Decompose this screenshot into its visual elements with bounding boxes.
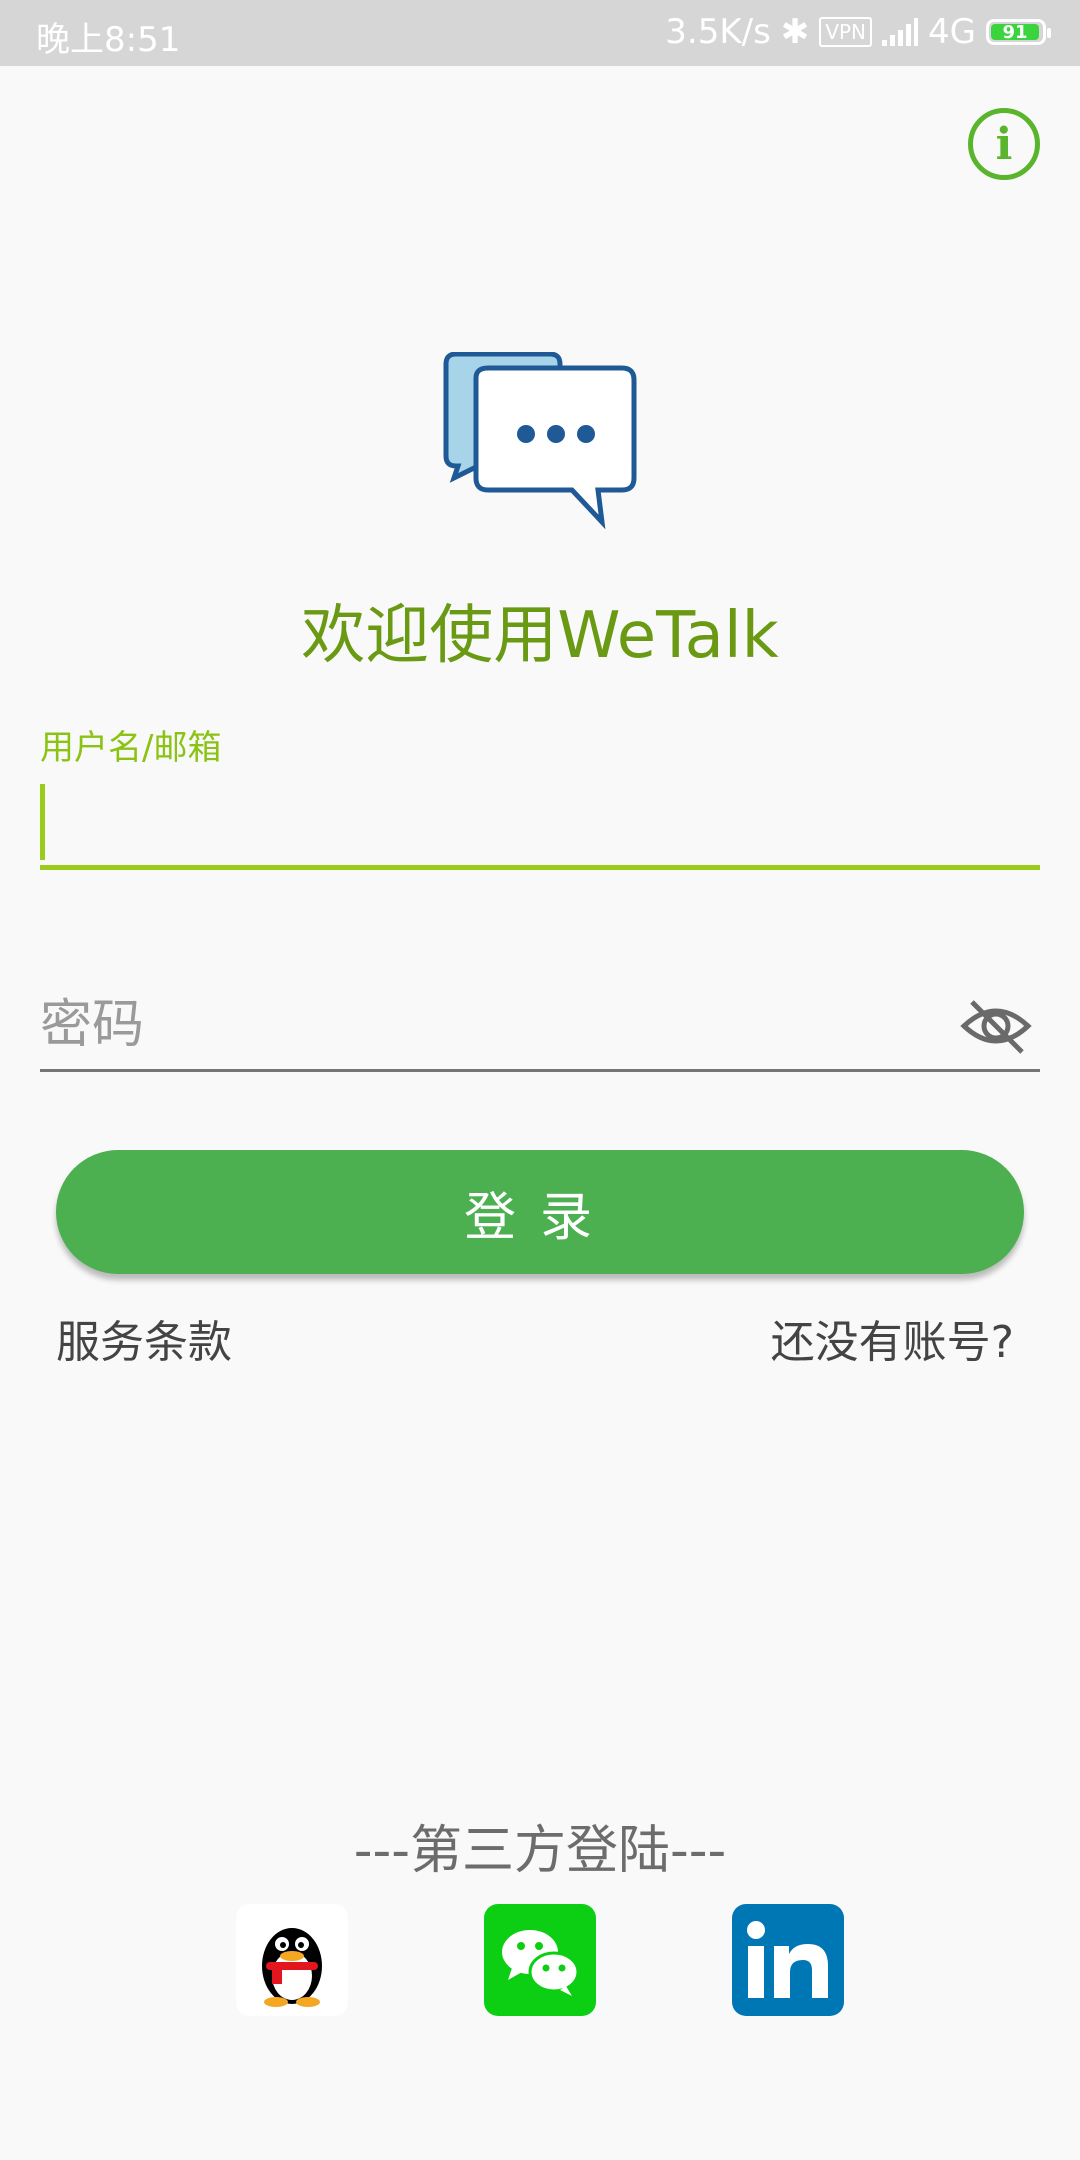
signal-icon bbox=[882, 18, 919, 46]
third-party-title: ---第三方登陆--- bbox=[353, 1821, 727, 1881]
status-indicators: 3.5K/s ✱ VPN 4G 91 bbox=[665, 12, 1051, 52]
wechat-icon bbox=[502, 1930, 580, 1996]
username-label: 用户名/邮箱 bbox=[40, 728, 222, 768]
info-icon: i bbox=[995, 118, 1013, 170]
text-caret bbox=[40, 784, 45, 860]
battery-level: 91 bbox=[991, 24, 1039, 42]
terms-link[interactable]: 服务条款 bbox=[56, 1306, 232, 1370]
linkedin-login-button[interactable] bbox=[732, 1904, 844, 2016]
bluetooth-icon: ✱ bbox=[780, 12, 810, 52]
wechat-login-button[interactable] bbox=[484, 1904, 596, 2016]
qq-icon bbox=[262, 1928, 322, 2007]
battery-icon: 91 bbox=[986, 19, 1051, 45]
chat-bubbles-icon bbox=[443, 352, 637, 530]
status-time: 晚上8:51 bbox=[36, 20, 181, 60]
network-speed: 3.5K/s bbox=[665, 12, 771, 52]
vpn-badge: VPN bbox=[819, 17, 873, 47]
login-label: 登录 bbox=[463, 1187, 616, 1248]
eye-off-icon[interactable] bbox=[960, 996, 1032, 1056]
username-input[interactable] bbox=[40, 780, 1040, 870]
password-input[interactable] bbox=[40, 980, 1040, 1072]
status-bar: 晚上8:51 3.5K/s ✱ VPN 4G 91 bbox=[0, 0, 1080, 66]
welcome-title: 欢迎使用WeTalk bbox=[301, 599, 779, 673]
qq-login-button[interactable] bbox=[236, 1904, 348, 2016]
login-button[interactable]: 登录 bbox=[56, 1150, 1024, 1274]
linkedin-icon bbox=[747, 1921, 828, 1998]
network-type: 4G bbox=[928, 12, 976, 52]
info-button[interactable]: i bbox=[968, 108, 1040, 180]
register-link[interactable]: 还没有账号? bbox=[771, 1306, 1014, 1370]
